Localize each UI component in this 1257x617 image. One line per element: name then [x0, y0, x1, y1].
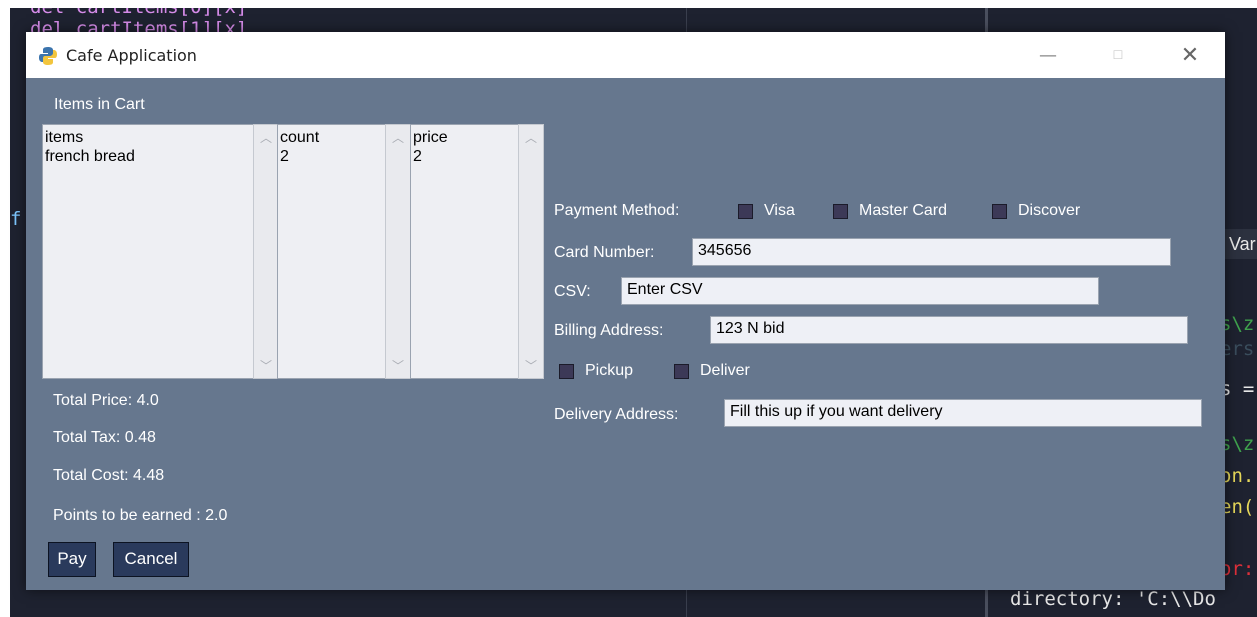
list-item[interactable]: count	[278, 128, 385, 147]
discover-label: Discover	[1018, 202, 1081, 219]
pay-button[interactable]: Pay	[48, 542, 96, 577]
total-tax: Total Tax: 0.48	[53, 429, 156, 446]
cancel-button[interactable]: Cancel	[113, 542, 189, 577]
code-fragment: f	[10, 208, 22, 230]
list-item[interactable]: 2	[278, 147, 385, 166]
code-fragment: s =	[1220, 378, 1255, 400]
list-item[interactable]: french bread	[43, 147, 254, 166]
billing-address-field[interactable]: 123 N bid	[710, 316, 1188, 344]
code-fragment: en(	[1220, 496, 1255, 518]
scroll-down-icon[interactable]: ﹀	[254, 357, 278, 374]
minimize-button[interactable]: —	[1013, 32, 1083, 78]
cart-heading: Items in Cart	[54, 96, 145, 113]
scroll-up-icon[interactable]: ︿	[386, 129, 410, 146]
points-earned: Points to be earned : 2.0	[53, 507, 228, 524]
scroll-up-icon[interactable]: ︿	[254, 129, 278, 146]
price-scrollbar[interactable]: ︿ ﹀	[518, 124, 544, 379]
scroll-down-icon[interactable]: ﹀	[519, 357, 543, 374]
items-listbox[interactable]: items french bread	[42, 124, 255, 379]
card-number-label: Card Number:	[554, 244, 655, 261]
price-listbox[interactable]: price 2	[410, 124, 519, 379]
card-number-field[interactable]: 345656	[692, 238, 1171, 266]
pickup-label: Pickup	[585, 362, 634, 379]
title-bar[interactable]: Cafe Application — ☐ ✕	[26, 32, 1225, 78]
maximize-button[interactable]: ☐	[1083, 32, 1153, 78]
mastercard-label: Master Card	[859, 202, 948, 219]
items-scrollbar[interactable]: ︿ ﹀	[253, 124, 279, 379]
python-icon	[39, 47, 57, 65]
list-item[interactable]: items	[43, 128, 254, 147]
code-fragment: on.	[1220, 465, 1255, 487]
count-listbox[interactable]: count 2	[277, 124, 386, 379]
csv-field[interactable]: Enter CSV	[621, 277, 1099, 305]
variables-tab[interactable]: Var	[1224, 229, 1257, 259]
list-item[interactable]: 2	[411, 147, 518, 166]
close-button[interactable]: ✕	[1155, 32, 1225, 78]
visa-label: Visa	[764, 202, 795, 219]
code-fragment: or:	[1220, 558, 1255, 580]
code-fragment: s\z	[1220, 433, 1255, 455]
list-item[interactable]: price	[411, 128, 518, 147]
pickup-checkbox[interactable]	[559, 364, 574, 379]
delivery-address-field[interactable]: Fill this up if you want delivery	[724, 399, 1202, 427]
cafe-app-window: Cafe Application — ☐ ✕ Items in Cart ite…	[26, 32, 1225, 590]
payment-method-label: Payment Method:	[554, 202, 680, 219]
scroll-down-icon[interactable]: ﹀	[386, 357, 410, 374]
count-scrollbar[interactable]: ︿ ﹀	[385, 124, 411, 379]
visa-checkbox[interactable]	[738, 204, 753, 219]
csv-label: CSV:	[554, 283, 591, 300]
total-price: Total Price: 4.0	[53, 392, 159, 409]
code-fragment: ers	[1220, 338, 1255, 360]
deliver-label: Deliver	[700, 362, 750, 379]
mastercard-checkbox[interactable]	[833, 204, 848, 219]
code-line: del cartItems[0][x]	[30, 8, 247, 18]
deliver-checkbox[interactable]	[674, 364, 689, 379]
delivery-address-label: Delivery Address:	[554, 406, 679, 423]
code-fragment: directory: 'C:\\Do	[1010, 588, 1216, 610]
window-title: Cafe Application	[66, 46, 197, 65]
scroll-up-icon[interactable]: ︿	[519, 129, 543, 146]
total-cost: Total Cost: 4.48	[53, 467, 165, 484]
billing-address-label: Billing Address:	[554, 322, 664, 339]
discover-checkbox[interactable]	[992, 204, 1007, 219]
code-fragment: s\z	[1220, 313, 1255, 335]
